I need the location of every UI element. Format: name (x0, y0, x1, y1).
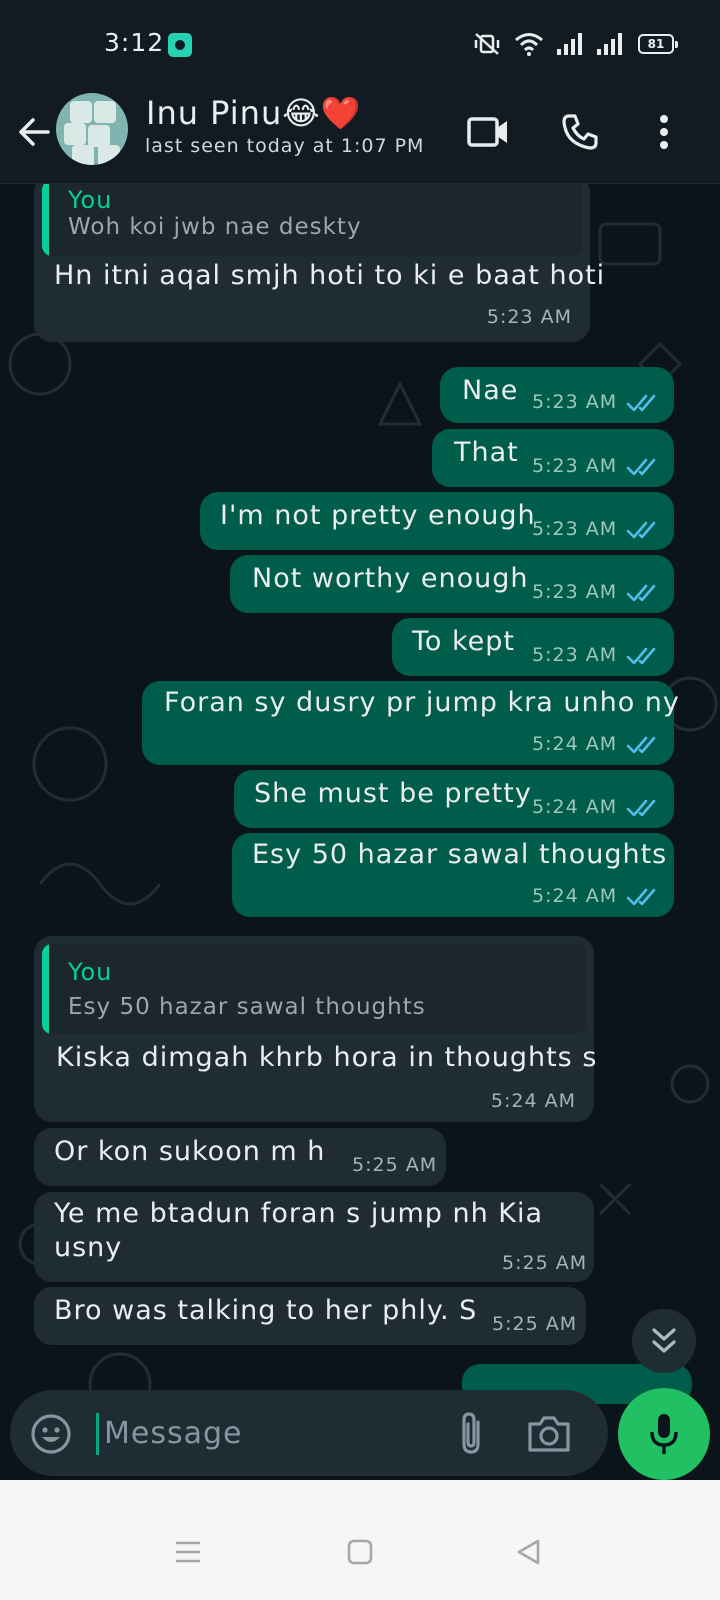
emoji-icon[interactable] (30, 1413, 72, 1455)
last-seen-status[interactable]: last seen today at 1:07 PM (145, 135, 424, 157)
status-time: 3:12 (104, 28, 165, 57)
voice-call-button[interactable] (552, 104, 608, 160)
message-time: 5:23 AM (532, 581, 618, 603)
double-chevron-down-icon (652, 1328, 676, 1353)
message-bubble-outgoing[interactable]: That 5:23 AM (432, 429, 674, 487)
camera-icon[interactable] (526, 1412, 572, 1456)
message-time: 5:24 AM (532, 885, 618, 907)
message-text: To kept (412, 626, 516, 657)
message-bubble-outgoing[interactable]: Foran sy dusry pr jump kra unho ny 5:24 … (142, 681, 679, 765)
video-call-icon (467, 117, 507, 147)
message-text: She must be pretty (254, 778, 532, 809)
avatar[interactable] (56, 93, 128, 165)
quote-author: You (68, 186, 113, 214)
message-text: Esy 50 hazar sawal thoughts (252, 839, 668, 870)
read-receipt-icon (626, 458, 656, 476)
recent-apps-button[interactable] (168, 1532, 208, 1572)
system-navigation-bar (0, 1512, 720, 1600)
message-text: Kiska dimgah khrb hora in thoughts s (56, 1042, 598, 1073)
message-bubble-outgoing[interactable]: Nae 5:23 AM (440, 367, 674, 423)
message-time: 5:23 AM (532, 391, 618, 413)
read-receipt-icon (626, 799, 656, 817)
more-options-button[interactable] (636, 104, 692, 160)
scroll-to-bottom-button[interactable] (632, 1309, 696, 1373)
message-time: 5:23 AM (532, 518, 618, 540)
message-bubble-outgoing[interactable]: Not worthy enough 5:23 AM (230, 555, 674, 613)
more-options-icon (660, 115, 668, 149)
message-text: That (454, 437, 519, 468)
message-text: Or kon sukoon m h (54, 1136, 326, 1167)
quote-text: Woh koi jwb nae deskty (68, 214, 362, 240)
message-time: 5:25 AM (352, 1154, 438, 1176)
notification-app-icon (168, 33, 192, 57)
message-input[interactable] (104, 1408, 424, 1458)
contact-name[interactable]: Inu Pinu😂❤️ (146, 94, 361, 132)
quote-accent-bar (42, 184, 49, 256)
microphone-icon (650, 1414, 678, 1454)
paperclip-icon[interactable] (450, 1410, 494, 1458)
message-bubble-outgoing[interactable]: I'm not pretty enough 5:23 AM (200, 492, 674, 550)
home-button[interactable] (340, 1532, 380, 1572)
status-bar: 3:12 81 (0, 0, 720, 90)
read-receipt-icon (626, 888, 656, 906)
back-triangle-icon (517, 1539, 540, 1565)
message-time: 5:25 AM (492, 1313, 578, 1335)
quote-accent-bar (42, 944, 49, 1034)
quoted-message[interactable]: You Esy 50 hazar sawal thoughts (42, 944, 586, 1034)
message-bubble-incoming[interactable]: Or kon sukoon m h 5:25 AM (34, 1128, 446, 1186)
home-icon (347, 1539, 373, 1565)
signal-icon (557, 33, 582, 55)
message-text: Bro was talking to her phly. S (54, 1295, 478, 1326)
message-bubble-outgoing[interactable]: To kept 5:23 AM (392, 618, 674, 676)
read-receipt-icon (626, 521, 656, 539)
wifi-icon (515, 33, 543, 56)
message-composer[interactable] (10, 1390, 608, 1476)
voice-record-button[interactable] (618, 1388, 710, 1480)
message-text: Not worthy enough (252, 563, 529, 594)
message-time: 5:24 AM (490, 1090, 576, 1112)
message-text-line: Ye me btadun foran s jump nh Kia (54, 1198, 544, 1229)
read-receipt-icon (626, 394, 656, 412)
arrow-left-icon (19, 118, 50, 146)
status-icons (472, 32, 624, 56)
voice-call-icon (562, 114, 598, 150)
text-cursor (96, 1413, 99, 1455)
message-list[interactable]: You Woh koi jwb nae deskty Hn itni aqal … (0, 184, 720, 1480)
read-receipt-icon (626, 736, 656, 754)
message-time: 5:23 AM (532, 644, 618, 666)
system-nav-background (0, 1480, 720, 1512)
message-time: 5:23 AM (532, 455, 618, 477)
message-text: Hn itni aqal smjh hoti to ki e baat hoti (54, 260, 606, 291)
silent-vibrate-icon (474, 33, 500, 55)
back-button[interactable] (14, 112, 54, 152)
message-text: Foran sy dusry pr jump kra unho ny (164, 687, 680, 718)
message-time: 5:24 AM (532, 796, 618, 818)
battery-indicator: 81 (638, 34, 678, 54)
message-bubble-outgoing[interactable]: She must be pretty 5:24 AM (234, 770, 674, 828)
message-text: I'm not pretty enough (220, 500, 536, 531)
quote-author: You (68, 958, 113, 986)
menu-icon (176, 1541, 200, 1563)
signal-icon (597, 33, 622, 55)
video-call-button[interactable] (460, 104, 516, 160)
system-back-button[interactable] (508, 1532, 548, 1572)
message-bubble-outgoing[interactable]: Esy 50 hazar sawal thoughts 5:24 AM (232, 833, 674, 917)
quote-text: Esy 50 hazar sawal thoughts (68, 994, 426, 1020)
message-time: 5:24 AM (532, 733, 618, 755)
read-receipt-icon (626, 584, 656, 602)
message-time: 5:23 AM (486, 306, 572, 328)
message-time: 5:25 AM (502, 1252, 588, 1274)
message-text: Nae (462, 375, 519, 406)
quoted-message[interactable]: You Woh koi jwb nae deskty (42, 184, 582, 256)
chat-header: Inu Pinu😂❤️ last seen today at 1:07 PM (0, 90, 720, 184)
message-bubble-incoming[interactable]: Ye me btadun foran s jump nh Kia usny 5:… (34, 1192, 594, 1282)
message-bubble-incoming[interactable]: You Woh koi jwb nae deskty Hn itni aqal … (34, 184, 604, 342)
read-receipt-icon (626, 647, 656, 665)
message-bubble-incoming[interactable]: You Esy 50 hazar sawal thoughts Kiska di… (34, 936, 598, 1122)
message-bubble-incoming[interactable]: Bro was talking to her phly. S 5:25 AM (34, 1287, 586, 1345)
message-text-line: usny (54, 1232, 123, 1263)
composer-bar (0, 1384, 720, 1480)
